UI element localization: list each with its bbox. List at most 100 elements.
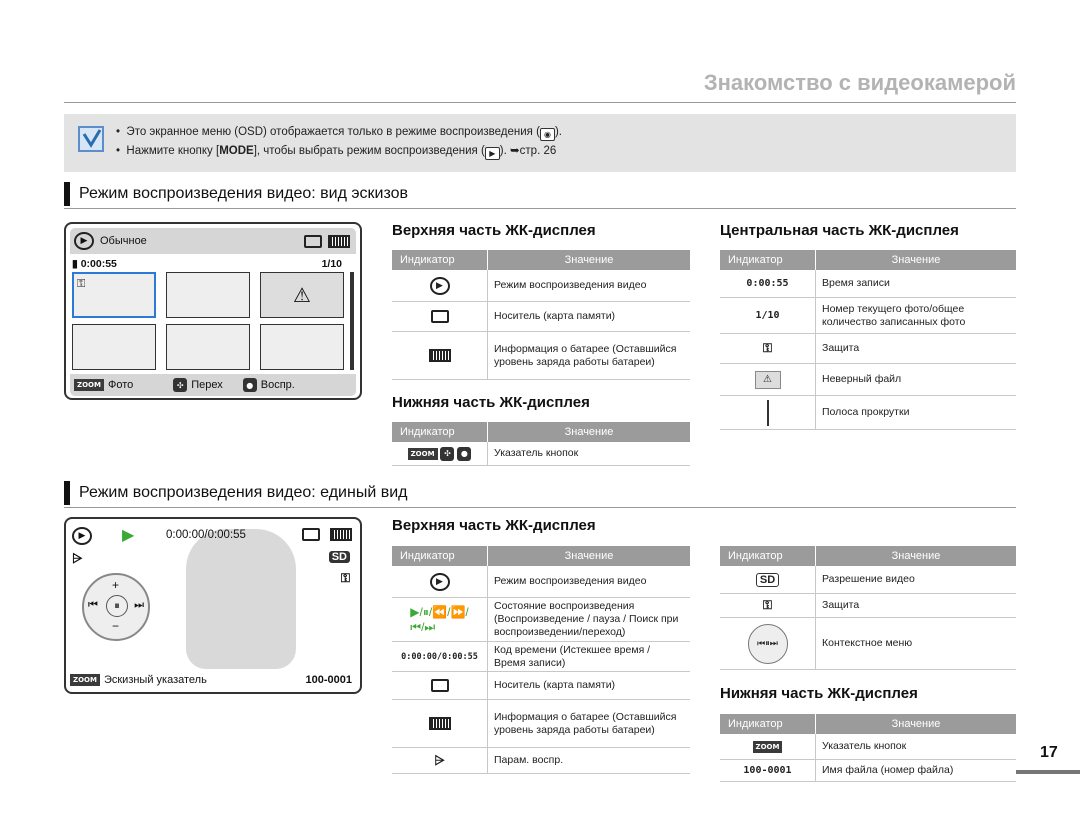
context-menu-icon: ⏮⏸⏭ bbox=[747, 623, 788, 664]
top-display-heading: Верхняя часть ЖК-дисплея bbox=[392, 222, 596, 239]
col-indicator: Индикатор bbox=[720, 714, 816, 734]
thumbnail-6[interactable] bbox=[260, 324, 344, 370]
col-indicator: Индикатор bbox=[720, 250, 816, 270]
table-row: 0:00:00/0:00:55 Код времени (Истекшее вре… bbox=[392, 642, 690, 672]
col-value: Значение bbox=[564, 254, 614, 266]
scrollbar-icon bbox=[766, 399, 769, 426]
col-value: Значение bbox=[891, 550, 941, 562]
record-time-value: 0:00:55 bbox=[80, 258, 117, 270]
note-text-1-end: ). bbox=[554, 126, 562, 138]
warning-icon: ⚠ bbox=[754, 370, 781, 389]
table-header: Индикатор Значение bbox=[392, 422, 690, 442]
row-value: Код времени (Истекшее время / Время запи… bbox=[494, 643, 651, 669]
table-row: ▶/⏸/⏪/⏩/⏮/⏭ Состояние воспроизведения (Во… bbox=[392, 598, 690, 642]
protect-key-icon: ⚿ bbox=[762, 598, 773, 612]
memory-card-icon bbox=[430, 679, 449, 692]
table-row: 100-0001 Имя файла (номер файла) bbox=[720, 760, 1016, 782]
thumbnail-3[interactable]: ⚠ bbox=[260, 272, 344, 318]
zoom-icon: ZOOM bbox=[752, 740, 783, 753]
btn-play-label: Воспр. bbox=[260, 379, 295, 391]
play-state-icon: ▶ bbox=[122, 527, 135, 544]
pause-icon[interactable]: ⏸ bbox=[106, 595, 128, 617]
row-value: Информация о батарее (Оставшийся уровень… bbox=[494, 710, 677, 736]
resolution-sd: SD bbox=[328, 551, 350, 563]
table-row: ZOOM ✣ ● Указатель кнопок bbox=[392, 442, 690, 466]
joystick-icon: ✣ bbox=[173, 378, 188, 392]
title-divider bbox=[64, 102, 1016, 103]
thumbnail-5[interactable] bbox=[166, 324, 250, 370]
note-text-2b: ], чтобы выбрать режим воспроизведения ( bbox=[253, 145, 485, 157]
table-header: Индикатор Значение bbox=[392, 250, 690, 270]
note-text-2a: Нажмите кнопку [ bbox=[126, 145, 220, 157]
previous-icon[interactable]: ⏮ bbox=[88, 599, 98, 612]
table-row: Носитель (карта памяти) bbox=[392, 302, 690, 332]
row-value: Парам. воспр. bbox=[494, 754, 564, 766]
top-display-table: Индикатор Значение ▶ Режим воспроизведения… bbox=[392, 250, 690, 380]
row-value: Указатель кнопок bbox=[822, 740, 907, 752]
zoom-icon: ZOOM bbox=[74, 379, 104, 391]
table-row: ⚿ Защита bbox=[720, 594, 1016, 618]
battery-icon bbox=[428, 349, 451, 362]
table-row: ▶ Режим воспроизведения видео bbox=[392, 566, 690, 598]
battery-icon bbox=[328, 234, 350, 248]
thumbnail-2[interactable] bbox=[166, 272, 250, 318]
row-value: Защита bbox=[822, 599, 860, 611]
row-value: Состояние воспроизведения (Воспроизведен… bbox=[494, 600, 679, 638]
minus-icon: − bbox=[112, 619, 120, 633]
note-text-1: Это экранное меню (OSD) отображается тол… bbox=[126, 126, 540, 138]
row-value: Неверный файл bbox=[822, 373, 902, 385]
record-time-indicator: 0:00:55 bbox=[746, 278, 789, 289]
memory-card-icon bbox=[430, 310, 449, 323]
zoom-icon: ZOOM bbox=[407, 447, 438, 460]
col-value: Значение bbox=[891, 718, 941, 730]
battery-icon bbox=[428, 717, 451, 730]
screen-bottom-bar: ZOOM Эскизный указатель 100-0001 bbox=[70, 670, 356, 690]
row-value: Номер текущего фото/общее количество зап… bbox=[822, 302, 966, 328]
col-indicator: Индикатор bbox=[720, 546, 816, 566]
table-row: Информация о батарее (Оставшийся уровень… bbox=[392, 700, 690, 748]
thumbnail-index-label: Эскизный указатель bbox=[103, 674, 207, 686]
table-row: ⚠ Неверный файл bbox=[720, 364, 1016, 396]
next-icon[interactable]: ⏭ bbox=[134, 599, 144, 612]
playback-state-icons: ▶/⏸/⏪/⏩/⏮/⏭ bbox=[410, 604, 469, 634]
table-row: SD Разрешение видео bbox=[720, 566, 1016, 594]
mode-label: Обычное bbox=[100, 235, 147, 247]
table-header: Индикатор Значение bbox=[720, 714, 1016, 734]
file-number: 100-0001 bbox=[305, 674, 353, 686]
warning-icon: ⚠ bbox=[293, 284, 311, 307]
scrollbar[interactable] bbox=[350, 272, 354, 370]
video-frame-figure bbox=[186, 529, 296, 669]
page-ref-arrow-icon: ➥ bbox=[510, 145, 520, 157]
bottom-display-table-2: Индикатор Значение ZOOM Указатель кнопок 1… bbox=[720, 714, 1016, 782]
thumbnail-1[interactable]: ⚿ bbox=[72, 272, 156, 318]
battery-icon bbox=[330, 528, 352, 541]
top-display-table-2: Индикатор Значение ▶ Режим воспроизведения… bbox=[392, 546, 690, 774]
center-display-heading: Центральная часть ЖК-дисплея bbox=[720, 222, 959, 239]
row-value: Контекстное меню bbox=[822, 637, 913, 649]
row-value: Разрешение видео bbox=[822, 573, 915, 585]
video-playback-icon: ▶ bbox=[74, 232, 94, 250]
ok-button-icon: ● bbox=[242, 378, 257, 392]
section-divider bbox=[64, 208, 1016, 209]
col-value: Значение bbox=[564, 426, 614, 438]
top-display-heading-2: Верхняя часть ЖК-дисплея bbox=[392, 517, 596, 534]
row-value: Режим воспроизведения видео bbox=[494, 575, 647, 587]
row-value: Носитель (карта памяти) bbox=[494, 310, 616, 322]
table-row: ⚿ Защита bbox=[720, 334, 1016, 364]
zoom-icon: ZOOM bbox=[70, 674, 100, 686]
ok-button-icon: ● bbox=[457, 446, 472, 461]
row-value: Носитель (карта памяти) bbox=[494, 679, 616, 691]
table-row: ⏮⏸⏭ Контекстное меню bbox=[720, 618, 1016, 670]
col-value: Значение bbox=[564, 550, 614, 562]
thumbnail-4[interactable] bbox=[72, 324, 156, 370]
screen-top-bar: ▶ Обычное bbox=[70, 228, 356, 254]
page-ref: стр. 26 bbox=[519, 145, 557, 157]
play-settings-icon: ⩥ bbox=[72, 551, 83, 566]
context-menu-control[interactable]: + ⏮ ⏸ ⏭ − bbox=[82, 573, 150, 641]
table-row: 0:00:55 Время записи bbox=[720, 270, 1016, 298]
note-box: • Это экранное меню (OSD) отображается т… bbox=[64, 114, 1016, 172]
protect-key-icon: ⚿ bbox=[340, 571, 350, 585]
table-row: Носитель (карта памяти) bbox=[392, 672, 690, 700]
table-row: ZOOM Указатель кнопок bbox=[720, 734, 1016, 760]
col-indicator: Индикатор bbox=[392, 422, 488, 442]
